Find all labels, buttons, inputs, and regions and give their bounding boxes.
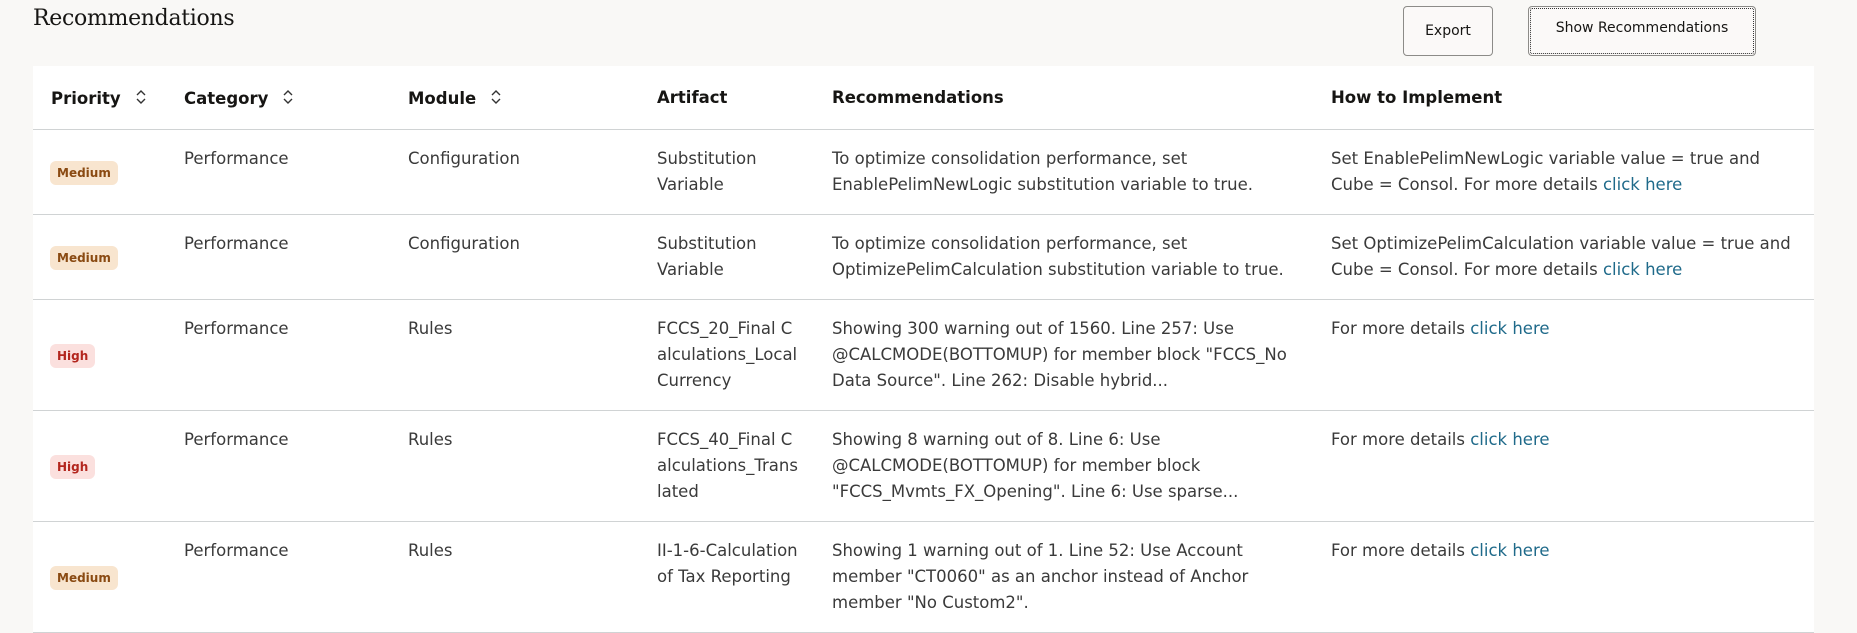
column-header-category[interactable]: Category — [166, 66, 390, 130]
column-header-priority[interactable]: Priority — [33, 66, 166, 130]
priority-cell: Medium — [33, 214, 166, 300]
how-to-text: Set EnablePelimNewLogic variable value =… — [1331, 149, 1760, 194]
module-cell: Rules — [390, 410, 639, 522]
category-cell: Performance — [166, 521, 390, 633]
how-to-implement-cell: For more details click here — [1313, 410, 1814, 522]
module-cell: Rules — [390, 299, 639, 411]
artifact-cell: FCCS_40_Final Calculations_Translated — [639, 410, 814, 522]
category-cell: Performance — [166, 129, 390, 215]
how-to-text: For more details — [1331, 319, 1471, 338]
recommendation-cell: Showing 8 warning out of 8. Line 6: Use … — [814, 410, 1313, 522]
export-button[interactable]: Export — [1403, 6, 1493, 56]
click-here-link[interactable]: click here — [1470, 541, 1549, 560]
module-cell: Configuration — [390, 214, 639, 300]
click-here-link[interactable]: click here — [1603, 175, 1682, 194]
priority-cell: High — [33, 410, 166, 522]
priority-badge: Medium — [50, 246, 118, 270]
priority-badge: Medium — [50, 566, 118, 590]
priority-badge: High — [50, 344, 96, 368]
recommendation-cell: Showing 300 warning out of 1560. Line 25… — [814, 299, 1313, 411]
click-here-link[interactable]: click here — [1603, 260, 1682, 279]
recommendation-cell: Showing 1 warning out of 1. Line 52: Use… — [814, 521, 1313, 633]
module-cell: Configuration — [390, 129, 639, 215]
sort-icon[interactable] — [282, 88, 294, 106]
artifact-cell: II-1-6-Calculation of Tax Reporting — [639, 521, 814, 633]
sort-icon[interactable] — [135, 88, 147, 106]
table-row[interactable]: High Performance Rules FCCS_40_Final Cal… — [33, 410, 1814, 522]
priority-cell: Medium — [33, 521, 166, 633]
artifact-cell: Substitution Variable — [639, 129, 814, 215]
how-to-implement-cell: For more details click here — [1313, 299, 1814, 411]
recommendations-table: Priority Category Module Artifact Recomm… — [33, 66, 1814, 633]
column-label: Module — [408, 88, 477, 108]
click-here-link[interactable]: click here — [1470, 319, 1549, 338]
recommendation-cell: To optimize consolidation performance, s… — [814, 214, 1313, 300]
artifact-cell: FCCS_20_Final Calculations_LocalCurrency — [639, 299, 814, 411]
priority-cell: Medium — [33, 129, 166, 215]
module-cell: Rules — [390, 521, 639, 633]
table-header-row: Priority Category Module Artifact Recomm… — [33, 66, 1814, 130]
category-cell: Performance — [166, 299, 390, 411]
priority-badge: High — [50, 455, 96, 479]
artifact-cell: Substitution Variable — [639, 214, 814, 300]
column-header-how-to-implement: How to Implement — [1313, 66, 1814, 130]
table-row[interactable]: Medium Performance Configuration Substit… — [33, 129, 1814, 215]
how-to-implement-cell: Set EnablePelimNewLogic variable value =… — [1313, 129, 1814, 215]
how-to-implement-cell: For more details click here — [1313, 521, 1814, 633]
table-row[interactable]: Medium Performance Configuration Substit… — [33, 214, 1814, 300]
table-row[interactable]: High Performance Rules FCCS_20_Final Cal… — [33, 299, 1814, 411]
how-to-text: Set OptimizePelimCalculation variable va… — [1331, 234, 1791, 279]
recommendation-cell: To optimize consolidation performance, s… — [814, 129, 1313, 215]
table-row[interactable]: Medium Performance Rules II-1-6-Calculat… — [33, 521, 1814, 633]
category-cell: Performance — [166, 410, 390, 522]
category-cell: Performance — [166, 214, 390, 300]
click-here-link[interactable]: click here — [1470, 430, 1549, 449]
how-to-text: For more details — [1331, 541, 1471, 560]
sort-icon[interactable] — [490, 88, 502, 106]
column-header-module[interactable]: Module — [390, 66, 639, 130]
column-header-artifact: Artifact — [639, 66, 814, 130]
show-recommendations-button[interactable]: Show Recommendations — [1528, 6, 1756, 56]
column-label: Priority — [51, 88, 121, 108]
how-to-implement-cell: Set OptimizePelimCalculation variable va… — [1313, 214, 1814, 300]
column-label: Category — [184, 88, 269, 108]
column-header-recommendations: Recommendations — [814, 66, 1313, 130]
how-to-text: For more details — [1331, 430, 1471, 449]
priority-badge: Medium — [50, 161, 118, 185]
page-title: Recommendations — [33, 6, 235, 31]
priority-cell: High — [33, 299, 166, 411]
